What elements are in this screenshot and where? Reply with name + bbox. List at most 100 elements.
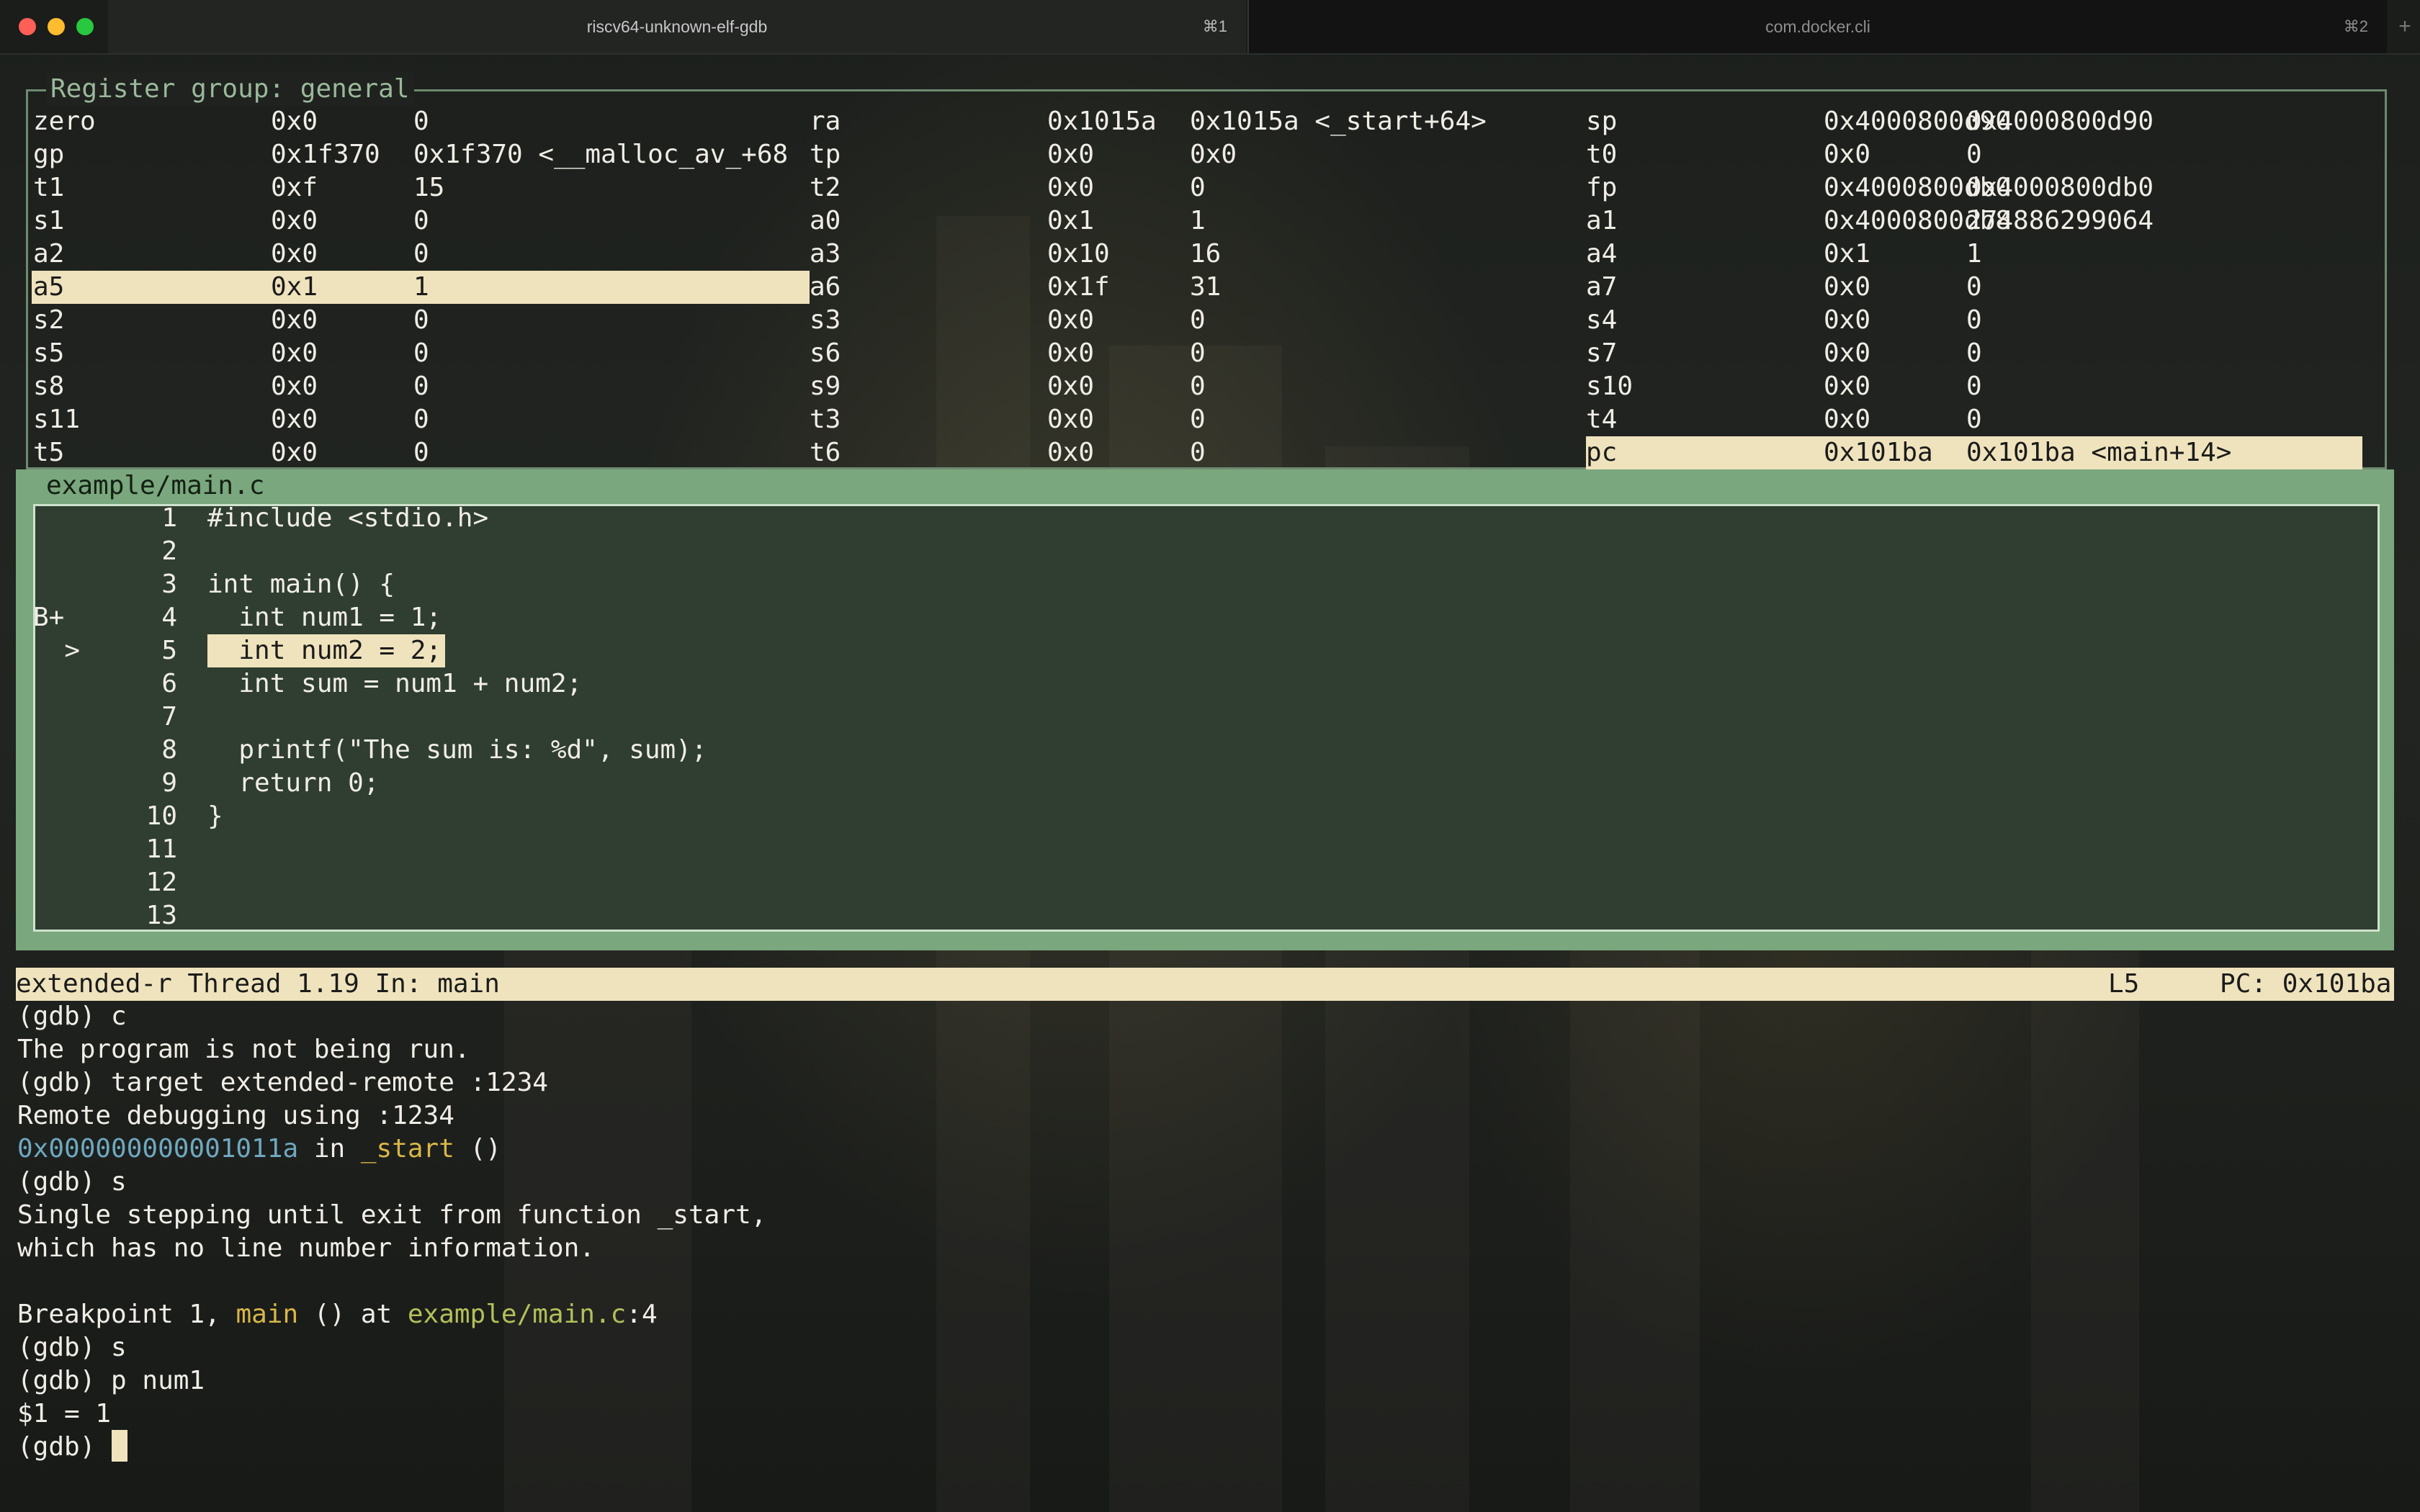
register-hex-value: 0x0 bbox=[271, 438, 318, 467]
line-number: 12 bbox=[145, 868, 177, 897]
register-name: s1 bbox=[33, 206, 65, 235]
console-text: (gdb) p num1 bbox=[17, 1366, 205, 1395]
status-line: L5 bbox=[2108, 969, 2140, 999]
tab-docker[interactable]: com.docker.cli ⌘2 bbox=[1247, 0, 2387, 53]
register-name: a6 bbox=[810, 272, 841, 302]
code-line: int sum = num1 + num2; bbox=[207, 669, 583, 698]
console-text: (gdb) s bbox=[17, 1167, 127, 1197]
console-text: (gdb) bbox=[17, 1432, 112, 1462]
line-number: 7 bbox=[161, 702, 177, 732]
line-marker: > bbox=[33, 636, 81, 665]
register-natural-value: 0 bbox=[1966, 305, 1982, 335]
register-natural-value: 0 bbox=[1966, 140, 1982, 169]
tab-shortcut: ⌘2 bbox=[2343, 17, 2368, 35]
zoom-icon[interactable] bbox=[76, 18, 94, 35]
background-building bbox=[504, 864, 691, 1512]
title-bar: riscv64-unknown-elf-gdb ⌘1 com.docker.cl… bbox=[0, 0, 2420, 55]
register-natural-value: 0 bbox=[1190, 405, 1206, 434]
console-text: () bbox=[454, 1134, 501, 1164]
minimize-icon[interactable] bbox=[48, 18, 65, 35]
register-name: s3 bbox=[810, 305, 841, 335]
console-text: which has no line number information. bbox=[17, 1233, 595, 1263]
register-natural-value: 0 bbox=[1966, 272, 1982, 302]
status-bar: extended-r Thread 1.19 In: main L5 PC: 0… bbox=[16, 968, 2394, 1001]
register-hex-value: 0x0 bbox=[1824, 272, 1871, 302]
register-natural-value: 0 bbox=[413, 239, 429, 269]
register-name: s11 bbox=[33, 405, 81, 434]
register-natural-value: 0 bbox=[413, 372, 429, 401]
register-hex-value: 0x1 bbox=[1824, 239, 1871, 269]
register-name: tp bbox=[810, 140, 841, 169]
line-number: 6 bbox=[161, 669, 177, 698]
register-name: s9 bbox=[810, 372, 841, 401]
register-hex-value: 0x0 bbox=[1047, 438, 1095, 467]
register-natural-value: 0x0 bbox=[1190, 140, 1237, 169]
register-hex-value: 0x1015a bbox=[1047, 107, 1157, 136]
line-number: 4 bbox=[161, 603, 177, 632]
register-name: a0 bbox=[810, 206, 841, 235]
text-cursor bbox=[112, 1430, 127, 1462]
register-name: s7 bbox=[1586, 338, 1618, 368]
register-natural-value: 274886299064 bbox=[1966, 206, 2154, 235]
code-line: printf("The sum is: %d", sum); bbox=[207, 735, 707, 765]
new-tab-icon[interactable]: + bbox=[2390, 0, 2420, 53]
console-text: 0x000000000001011a bbox=[17, 1134, 299, 1164]
register-hex-value: 0x0 bbox=[1824, 305, 1871, 335]
register-natural-value: 0x101ba <main+14> bbox=[1966, 438, 2232, 467]
register-hex-value: 0x10 bbox=[1047, 239, 1110, 269]
console-text: Breakpoint 1, bbox=[17, 1300, 236, 1329]
register-natural-value: 0 bbox=[413, 405, 429, 434]
register-hex-value: 0x1f370 bbox=[271, 140, 380, 169]
register-natural-value: 0 bbox=[1966, 372, 1982, 401]
console-text: (gdb) target extended-remote :1234 bbox=[17, 1068, 548, 1097]
line-number: 5 bbox=[161, 636, 177, 665]
code-line: return 0; bbox=[207, 768, 380, 798]
console-text: () at bbox=[298, 1300, 408, 1329]
register-natural-value: 0 bbox=[1190, 173, 1206, 202]
line-number: 3 bbox=[161, 570, 177, 599]
register-name: a4 bbox=[1586, 239, 1618, 269]
register-name: t6 bbox=[810, 438, 841, 467]
register-hex-value: 0x1 bbox=[1047, 206, 1095, 235]
console-line: (gdb) s bbox=[17, 1331, 127, 1364]
register-name: a7 bbox=[1586, 272, 1618, 302]
register-name: t0 bbox=[1586, 140, 1618, 169]
register-name: t1 bbox=[33, 173, 65, 202]
register-natural-value: 0 bbox=[413, 338, 429, 368]
console-text: (gdb) c bbox=[17, 1002, 127, 1031]
register-hex-value: 0x0 bbox=[1047, 338, 1095, 368]
register-natural-value: 0x1015a <_start+64> bbox=[1190, 107, 1487, 136]
tab-gdb[interactable]: riscv64-unknown-elf-gdb ⌘1 bbox=[108, 0, 1246, 53]
register-hex-value: 0x0 bbox=[1047, 140, 1095, 169]
console-text: $1 = 1 bbox=[17, 1399, 112, 1428]
register-name: sp bbox=[1586, 107, 1618, 136]
register-name: pc bbox=[1586, 438, 1618, 467]
console-text: main bbox=[236, 1300, 299, 1329]
line-number: 10 bbox=[145, 801, 177, 831]
tab-shortcut: ⌘1 bbox=[1202, 17, 1227, 35]
register-natural-value: 0x4000800db0 bbox=[1966, 173, 2154, 202]
source-file-title: example/main.c bbox=[46, 471, 265, 500]
code-line: int num1 = 1; bbox=[207, 603, 442, 632]
register-natural-value: 0x1f370 <__malloc_av_+68 bbox=[413, 140, 789, 169]
code-line: int num2 = 2; bbox=[207, 636, 442, 665]
register-hex-value: 0x0 bbox=[1824, 338, 1871, 368]
close-icon[interactable] bbox=[19, 18, 36, 35]
register-hex-value: 0x0 bbox=[1824, 372, 1871, 401]
console-line: Breakpoint 1, main () at example/main.c:… bbox=[17, 1298, 658, 1331]
console-text: example/main.c bbox=[407, 1300, 627, 1329]
code-line: } bbox=[207, 801, 223, 831]
register-hex-value: 0x0 bbox=[1824, 405, 1871, 434]
console-text: The program is not being run. bbox=[17, 1035, 470, 1064]
console-line: The program is not being run. bbox=[17, 1033, 470, 1066]
console-line: Single stepping until exit from function… bbox=[17, 1199, 766, 1232]
console-text: :4 bbox=[626, 1300, 658, 1329]
register-natural-value: 16 bbox=[1190, 239, 1222, 269]
console-text: (gdb) s bbox=[17, 1333, 127, 1362]
console-line: which has no line number information. bbox=[17, 1232, 595, 1265]
register-name: t3 bbox=[810, 405, 841, 434]
tab-title: com.docker.cli bbox=[1765, 17, 1870, 36]
register-hex-value: 0x101ba bbox=[1824, 438, 1933, 467]
register-hex-value: 0xf bbox=[271, 173, 318, 202]
register-natural-value: 0 bbox=[1190, 438, 1206, 467]
